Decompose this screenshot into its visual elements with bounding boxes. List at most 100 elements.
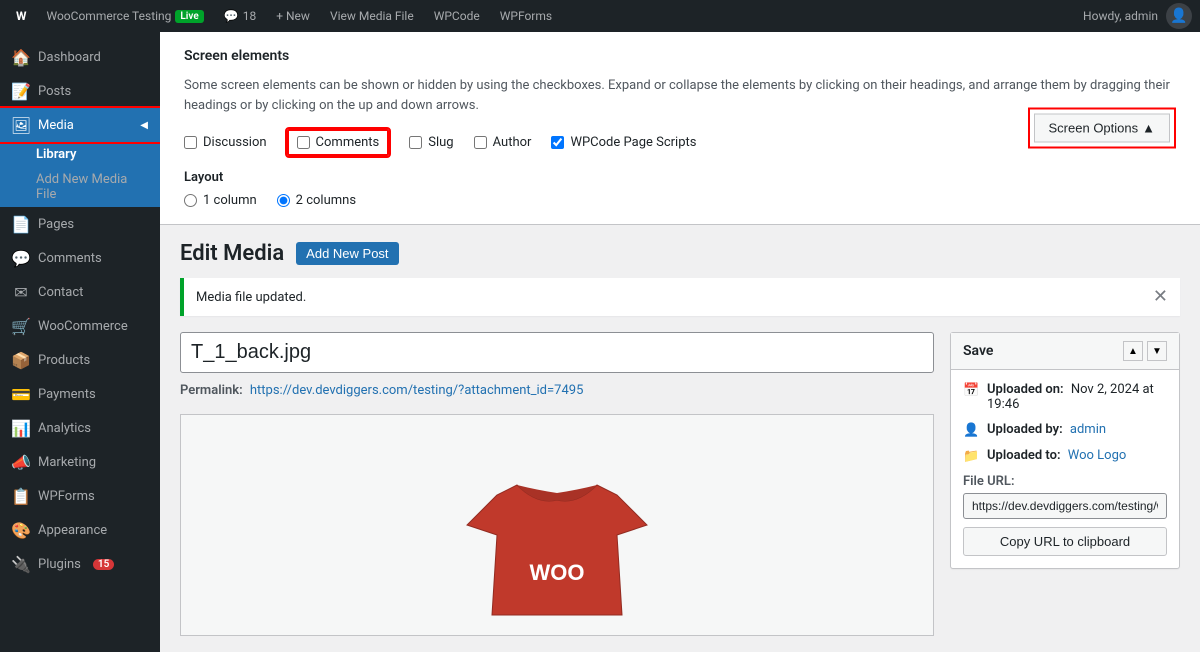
sidebar-item-payments[interactable]: 💳 Payments [0, 377, 160, 411]
user-icon: 👤 [963, 423, 979, 438]
checkbox-comments-highlighted: Comments [287, 129, 390, 156]
live-badge: Live [175, 10, 203, 23]
sidebar-item-analytics[interactable]: 📊 Analytics [0, 411, 160, 445]
layout-2col-radio[interactable] [277, 194, 290, 207]
sidebar-label-plugins: Plugins [38, 557, 81, 572]
sidebar-label-comments: Comments [38, 251, 102, 266]
marketing-icon: 📣 [12, 453, 30, 471]
sidebar-item-add-new-media[interactable]: Add New Media File [0, 167, 160, 207]
layout-1col-radio[interactable] [184, 194, 197, 207]
save-box-down-arrow[interactable]: ▼ [1147, 341, 1167, 361]
site-name[interactable]: WooCommerce Testing Live [39, 9, 212, 23]
wpforms-sidebar-icon: 📋 [12, 487, 30, 505]
posts-icon: 📝 [12, 82, 30, 100]
sidebar-item-woocommerce[interactable]: 🛒 WooCommerce [0, 309, 160, 343]
admin-bar-items: W WooCommerce Testing Live 💬 18 + New Vi… [8, 9, 1075, 23]
uploaded-by-link[interactable]: admin [1070, 422, 1106, 437]
page-title: Edit Media [180, 241, 284, 266]
sidebar-label-media: Media [38, 118, 74, 133]
sidebar-label-posts: Posts [38, 84, 71, 99]
layout-options: 1 column 2 columns [184, 193, 1176, 208]
layout-label: Layout [184, 170, 1176, 185]
sidebar-item-wpforms[interactable]: 📋 WPForms [0, 479, 160, 513]
sidebar-item-plugins[interactable]: 🔌 Plugins 15 [0, 547, 160, 581]
sidebar-label-appearance: Appearance [38, 523, 107, 538]
notice-close-button[interactable]: ✕ [1153, 288, 1168, 306]
uploaded-to-link[interactable]: Woo Logo [1068, 448, 1127, 463]
save-box-up-arrow[interactable]: ▲ [1123, 341, 1143, 361]
sidebar-item-marketing[interactable]: 📣 Marketing [0, 445, 160, 479]
sidebar-item-library[interactable]: Library [0, 142, 160, 167]
wpcode-link[interactable]: WPCode [426, 9, 488, 23]
sidebar-item-media[interactable]: 🖼 Media ◀ [0, 108, 160, 142]
update-notice: Media file updated. ✕ [180, 278, 1180, 316]
app-layout: 🏠 Dashboard 📝 Posts 🖼 Media ◀ Library Ad… [0, 32, 1200, 652]
title-input[interactable] [180, 332, 934, 373]
edit-media-header: Edit Media Add New Post [180, 241, 1180, 266]
howdy-text: Howdy, admin [1075, 9, 1166, 23]
file-url-label: File URL: [963, 474, 1167, 489]
view-media-file[interactable]: View Media File [322, 9, 422, 23]
wp-logo[interactable]: W [8, 9, 35, 23]
screen-options-button-label: Screen Options [1049, 121, 1139, 136]
view-media-label: View Media File [330, 9, 414, 23]
comment-icon-bar[interactable]: 💬 18 [216, 9, 264, 23]
wpforms-link[interactable]: WPForms [492, 9, 560, 23]
permalink-label: Permalink: [180, 383, 243, 398]
sidebar-label-woocommerce: WooCommerce [38, 319, 128, 334]
sidebar-label-wpforms: WPForms [38, 489, 95, 504]
sidebar-item-contact[interactable]: ✉ Contact [0, 275, 160, 309]
folder-icon: 📁 [963, 449, 979, 464]
sidebar-sub-media: Library Add New Media File [0, 142, 160, 207]
wpcode-checkbox[interactable] [551, 136, 564, 149]
copy-url-button[interactable]: Copy URL to clipboard [963, 527, 1167, 556]
media-collapse-icon: ◀ [140, 120, 148, 131]
slug-checkbox[interactable] [409, 136, 422, 149]
edit-form-main: Permalink: https://dev.devdiggers.com/te… [180, 332, 934, 636]
sidebar-label-payments: Payments [38, 387, 96, 402]
new-item[interactable]: + New [268, 9, 318, 23]
avatar-icon: 👤 [1170, 8, 1187, 24]
layout-1col: 1 column [184, 193, 257, 208]
permalink-row: Permalink: https://dev.devdiggers.com/te… [180, 383, 934, 398]
uploaded-to-info: Uploaded to: Woo Logo [987, 448, 1126, 463]
checkbox-wpcode: WPCode Page Scripts [551, 135, 696, 150]
analytics-icon: 📊 [12, 419, 30, 437]
comments-label: Comments [316, 135, 380, 150]
tshirt-image: WOO [407, 435, 707, 635]
calendar-icon: 📅 [963, 383, 979, 398]
screen-options-panel: Screen elements Some screen elements can… [160, 32, 1200, 225]
image-area: WOO [180, 414, 934, 636]
layout-2col-label: 2 columns [296, 193, 356, 208]
sidebar-item-products[interactable]: 📦 Products [0, 343, 160, 377]
layout-1col-label: 1 column [203, 193, 257, 208]
permalink-link[interactable]: https://dev.devdiggers.com/testing/?atta… [250, 383, 584, 398]
uploaded-on-info: Uploaded on: Nov 2, 2024 at 19:46 [987, 382, 1167, 412]
comments-checkbox[interactable] [297, 136, 310, 149]
sidebar-label-analytics: Analytics [38, 421, 91, 436]
sidebar-label-products: Products [38, 353, 90, 368]
discussion-checkbox[interactable] [184, 136, 197, 149]
sidebar-item-dashboard[interactable]: 🏠 Dashboard [0, 40, 160, 74]
sidebar-item-pages[interactable]: 📄 Pages [0, 207, 160, 241]
checkbox-author: Author [474, 135, 532, 150]
sidebar-item-comments[interactable]: 💬 Comments [0, 241, 160, 275]
main-content: Screen elements Some screen elements can… [160, 32, 1200, 652]
contact-icon: ✉ [12, 283, 30, 301]
sidebar-item-appearance[interactable]: 🎨 Appearance [0, 513, 160, 547]
checkbox-slug: Slug [409, 135, 453, 150]
screen-options-button[interactable]: Screen Options ▲ [1034, 114, 1170, 143]
add-new-post-button[interactable]: Add New Post [296, 242, 398, 265]
sidebar: 🏠 Dashboard 📝 Posts 🖼 Media ◀ Library Ad… [0, 32, 160, 652]
file-url-input[interactable] [963, 493, 1167, 519]
sidebar-item-posts[interactable]: 📝 Posts [0, 74, 160, 108]
comments-icon: 💬 [12, 249, 30, 267]
layout-section: Layout 1 column 2 columns [184, 170, 1176, 208]
screen-elements-title: Screen elements [184, 48, 1176, 64]
avatar: 👤 [1166, 3, 1192, 29]
discussion-label: Discussion [203, 135, 267, 150]
author-checkbox[interactable] [474, 136, 487, 149]
uploaded-to-row: 📁 Uploaded to: Woo Logo [963, 448, 1167, 464]
sidebar-label-contact: Contact [38, 285, 83, 300]
admin-bar-right: Howdy, admin 👤 [1075, 3, 1192, 29]
